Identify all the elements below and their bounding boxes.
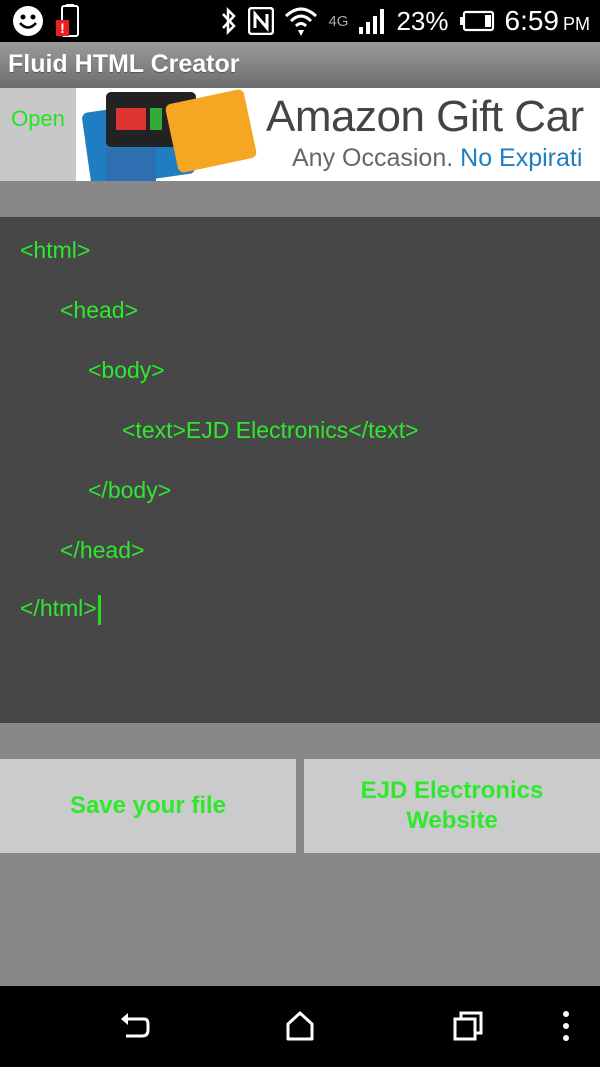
code-line-last: </html>	[20, 595, 101, 625]
battery-percent: 23%	[396, 5, 449, 36]
svg-text:!: !	[60, 20, 65, 36]
bluetooth-icon	[222, 6, 237, 36]
toolbar-spacer	[0, 181, 600, 217]
ad-subtitle: Any Occasion. No Expirati	[292, 144, 582, 173]
clock-time: 6:59	[504, 5, 560, 36]
smiley-icon	[13, 6, 43, 36]
code-line-text: </html>	[20, 595, 97, 622]
nfc-icon	[248, 7, 275, 35]
code-line: <html>	[20, 237, 91, 263]
battery-icon	[459, 10, 494, 32]
code-line: <text>EJD Electronics</text>	[122, 417, 419, 443]
code-line: <body>	[88, 357, 165, 383]
website-button[interactable]: EJD Electronics Website	[304, 759, 600, 853]
save-file-button[interactable]: Save your file	[0, 759, 296, 853]
battery-alert-icon: !	[56, 4, 79, 37]
signal-icon	[359, 9, 385, 34]
code-line: <head>	[60, 297, 139, 323]
ad-banner[interactable]: Amazon Gift Car Any Occasion. No Expirat…	[76, 88, 600, 181]
code-line: </body>	[88, 477, 172, 503]
ad-title: Amazon Gift Car	[266, 92, 584, 141]
ad-subtitle-gray: Any Occasion.	[292, 144, 454, 172]
clock-ampm: PM	[563, 14, 590, 34]
home-icon[interactable]	[284, 1010, 316, 1042]
code-editor[interactable]: <html> <head> <body> <text>EJD Electroni…	[0, 217, 600, 723]
back-icon[interactable]	[118, 1010, 150, 1042]
code-line: </head>	[60, 537, 145, 563]
app-title-bar: Fluid HTML Creator	[0, 42, 600, 88]
wifi-icon	[285, 7, 318, 36]
open-button[interactable]: Open	[0, 88, 76, 181]
text-cursor	[97, 595, 101, 625]
app-title: Fluid HTML Creator	[8, 50, 240, 78]
website-button-label: EJD Electronics Website	[360, 777, 544, 834]
gift-cards-image	[82, 89, 257, 181]
recent-apps-icon[interactable]	[452, 1010, 484, 1042]
network-type-label: 4G	[328, 12, 349, 30]
ad-subtitle-blue: No Expirati	[453, 144, 583, 172]
navigation-bar	[0, 986, 600, 1067]
status-bar: ! 4G 23% 6:59 PM	[0, 0, 600, 42]
overflow-menu-icon[interactable]	[558, 1010, 574, 1042]
